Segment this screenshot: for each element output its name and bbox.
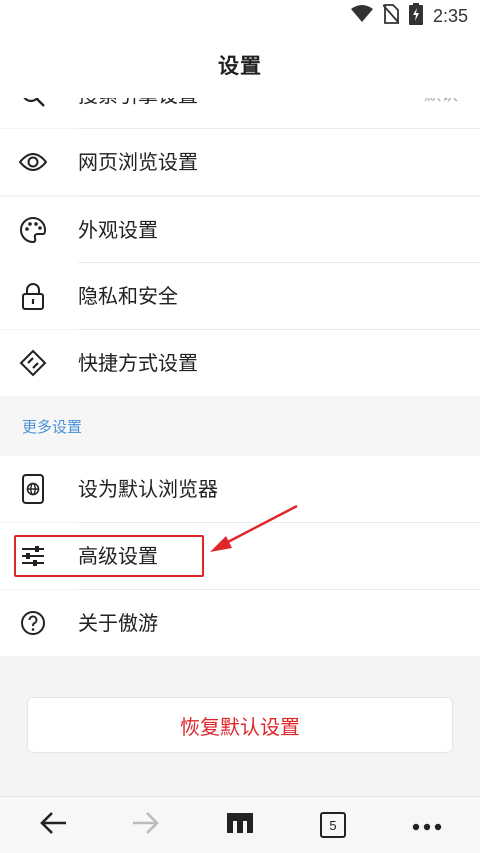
settings-item-shortcuts[interactable]: 快捷方式设置 bbox=[0, 330, 480, 396]
settings-item-privacy[interactable]: 隐私和安全 bbox=[0, 263, 480, 329]
appearance-label: 外观设置 bbox=[78, 218, 158, 242]
eye-icon bbox=[19, 148, 47, 176]
forward-button[interactable] bbox=[126, 805, 166, 845]
annotation-arrow-icon bbox=[210, 504, 298, 552]
section-title: 更多设置 bbox=[22, 418, 83, 436]
status-time: 2:35 bbox=[432, 5, 468, 26]
help-icon bbox=[19, 609, 47, 637]
title-bar: 设置 bbox=[0, 32, 480, 98]
search-engine-value: 默认 bbox=[424, 98, 458, 128]
no-sim-icon bbox=[382, 4, 400, 28]
tabs-icon: 5 bbox=[320, 812, 346, 838]
status-bar: 2:35 bbox=[0, 0, 480, 32]
restore-defaults-button[interactable]: 恢复默认设置 bbox=[27, 697, 453, 753]
battery-charging-icon bbox=[408, 3, 423, 29]
default-browser-label: 设为默认浏览器 bbox=[78, 477, 218, 501]
settings-item-appearance[interactable]: 外观设置 bbox=[0, 197, 480, 263]
palette-icon bbox=[19, 216, 47, 244]
restore-defaults-label: 恢复默认设置 bbox=[180, 714, 300, 739]
home-button[interactable] bbox=[220, 805, 260, 845]
more-icon bbox=[412, 816, 442, 835]
highlight-box bbox=[14, 535, 204, 577]
shortcuts-label: 快捷方式设置 bbox=[78, 351, 198, 375]
bottom-nav-bar: 5 bbox=[0, 796, 480, 853]
settings-item-browsing[interactable]: 网页浏览设置 bbox=[0, 129, 480, 195]
lock-icon bbox=[19, 282, 47, 310]
page-title: 设置 bbox=[218, 54, 262, 78]
maxthon-logo-icon bbox=[226, 812, 254, 838]
about-label: 关于傲游 bbox=[78, 611, 158, 635]
wifi-icon bbox=[350, 5, 373, 27]
settings-item-about[interactable]: 关于傲游 bbox=[0, 590, 480, 656]
status-icons: 2:35 bbox=[350, 3, 468, 29]
tab-count: 5 bbox=[329, 817, 337, 833]
back-arrow-icon bbox=[39, 811, 67, 839]
section-header-more: 更多设置 bbox=[0, 396, 480, 456]
back-button[interactable] bbox=[33, 805, 73, 845]
more-button[interactable] bbox=[407, 805, 447, 845]
shortcut-icon bbox=[19, 349, 47, 377]
search-icon bbox=[19, 98, 47, 113]
tabs-button[interactable]: 5 bbox=[313, 805, 353, 845]
default-browser-icon bbox=[19, 474, 47, 504]
privacy-label: 隐私和安全 bbox=[78, 284, 178, 308]
search-engine-label: 搜索引擎设置 bbox=[78, 98, 198, 128]
browsing-label: 网页浏览设置 bbox=[78, 150, 198, 174]
settings-item-search-engine[interactable]: 搜索引擎设置 默认 bbox=[0, 98, 480, 128]
forward-arrow-icon bbox=[132, 811, 160, 839]
